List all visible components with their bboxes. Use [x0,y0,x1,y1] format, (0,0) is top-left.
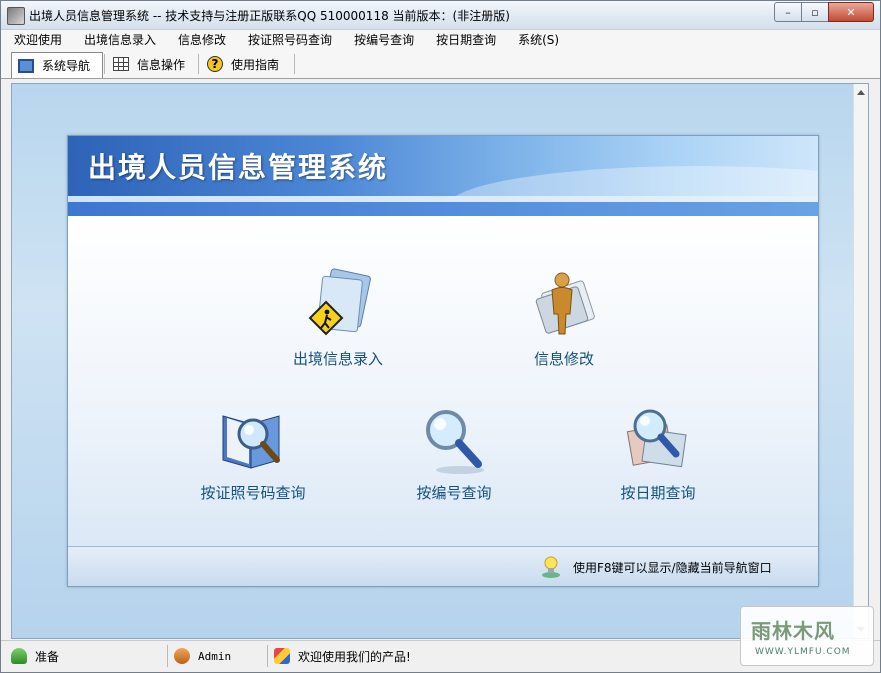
nav-query-by-cert[interactable]: 按证照号码查询 [168,402,338,503]
menu-system[interactable]: 系统(S) [505,30,568,50]
book-magnifier-icon [215,402,291,478]
tab-info-ops[interactable]: 信息操作 [107,52,195,76]
tab-label: 信息操作 [137,57,186,72]
navigation-panel: 出境人员信息管理系统 出境信息录入 信息修改 按证照号码查询 按编号查询 按日期… [67,135,819,587]
f8-tip: 使用F8键可以显示/隐藏当前导航窗口 [573,561,772,575]
scroll-up-icon[interactable] [857,90,865,95]
nav-exit-entry-label: 出境信息录入 [292,350,383,368]
help-icon: ? [207,56,223,72]
person-document-icon [526,268,602,344]
nav-edit-info-label: 信息修改 [533,350,594,368]
menu-welcome[interactable]: 欢迎使用 [1,30,71,50]
vertical-scrollbar[interactable] [853,84,868,638]
nav-content: 出境信息录入 信息修改 按证照号码查询 按编号查询 按日期查询 [68,216,818,546]
photo-magnifier-icon [620,402,696,478]
status-welcome: 欢迎使用我们的产品! [274,645,411,667]
nav-query-by-number-label: 按编号查询 [416,484,492,502]
app-name-heading: 出境人员信息管理系统 [88,151,389,184]
menu-edit-info[interactable]: 信息修改 [165,30,235,50]
ready-icon [11,648,27,664]
maximize-button[interactable]: ▫ [801,2,829,22]
tab-system-nav[interactable]: 系统导航 [11,52,103,78]
product-icon [274,648,290,664]
magnifier-icon [416,402,492,478]
title-bar[interactable]: 出境人员信息管理系统 -- 技术支持与注册正版联系QQ 510000118 当前… [1,1,880,30]
watermark-logo: 雨林木风 WWW.YLMFU.COM [740,606,874,666]
tab-separator [198,54,199,74]
menu-query-by-number[interactable]: 按编号查询 [341,30,423,50]
tab-user-guide[interactable]: ? 使用指南 [201,52,291,76]
minimize-button[interactable]: – [774,2,802,22]
window-title: 出境人员信息管理系统 -- 技术支持与注册正版联系QQ 510000118 当前… [29,9,510,23]
nav-edit-info[interactable]: 信息修改 [494,268,634,369]
client-area: 出境人员信息管理系统 出境信息录入 信息修改 按证照号码查询 按编号查询 按日期… [11,83,869,639]
tab-bar: 系统导航 信息操作 ? 使用指南 [1,50,880,79]
app-window: 出境人员信息管理系统 -- 技术支持与注册正版联系QQ 510000118 当前… [0,0,881,673]
folder-pedestrian-icon [300,268,376,344]
watermark-sub: WWW.YLMFU.COM [755,647,851,657]
close-button[interactable]: ✕ [828,2,874,22]
nav-query-by-number[interactable]: 按编号查询 [384,402,524,503]
user-icon [174,648,190,664]
tab-separator [294,54,295,74]
nav-query-by-date-label: 按日期查询 [620,484,696,502]
app-icon [7,7,25,25]
watermark-main: 雨林木风 [751,619,835,643]
nav-exit-entry[interactable]: 出境信息录入 [268,268,408,369]
lightbulb-icon [540,555,562,579]
banner: 出境人员信息管理系统 [68,136,818,246]
menu-query-by-date[interactable]: 按日期查询 [423,30,505,50]
status-user-text: Admin [198,649,232,663]
status-ready-text: 准备 [35,649,60,664]
menu-bar: 欢迎使用 出境信息录入 信息修改 按证照号码查询 按编号查询 按日期查询 系统(… [1,30,880,50]
tab-label: 使用指南 [231,57,280,72]
tab-label: 系统导航 [42,59,91,73]
status-welcome-text: 欢迎使用我们的产品! [298,649,411,664]
status-separator [267,645,268,667]
window-controls: – ▫ ✕ [774,2,874,22]
nav-query-by-cert-label: 按证照号码查询 [200,484,306,502]
monitor-icon [18,58,34,73]
status-ready: 准备 [11,645,59,667]
menu-exit-entry[interactable]: 出境信息录入 [71,30,165,50]
banner-stripe [68,202,818,216]
tab-separator [104,54,105,74]
menu-query-by-cert[interactable]: 按证照号码查询 [235,30,341,50]
panel-footer: 使用F8键可以显示/隐藏当前导航窗口 [68,546,818,586]
status-separator [167,645,168,667]
status-user: Admin [174,645,231,667]
nav-query-by-date[interactable]: 按日期查询 [588,402,728,503]
grid-icon [113,57,129,71]
